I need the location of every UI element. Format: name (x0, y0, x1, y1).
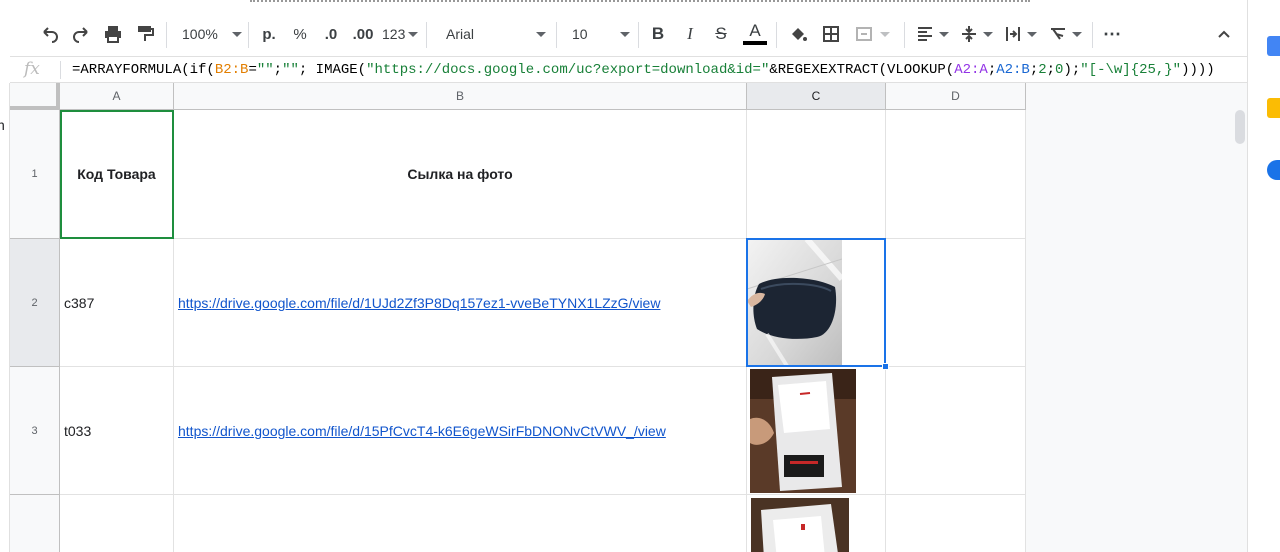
cell-a3[interactable]: t033 (60, 367, 174, 495)
side-panel (1247, 0, 1280, 552)
chevron-down-icon (1072, 31, 1082, 37)
cell-a1[interactable]: Код Товара (60, 110, 174, 239)
font-name: Arial (446, 26, 475, 42)
fill-color-icon[interactable] (786, 12, 810, 56)
cell-b4[interactable] (174, 495, 747, 552)
calendar-icon[interactable] (1267, 36, 1280, 56)
zoom-value: 100% (182, 26, 218, 42)
photo-link[interactable]: https://drive.google.com/file/d/1UJd2Zf3… (174, 295, 660, 311)
menu-bar-fragment (0, 0, 1247, 6)
chevron-down-icon (939, 31, 949, 37)
text-wrap-icon[interactable] (1000, 12, 1040, 56)
cell-c1[interactable] (747, 110, 886, 239)
toolbar: 100% р. % .0 .00 123 Arial 10 B I S A ⋯ (0, 12, 1247, 56)
vertical-align-icon[interactable] (956, 12, 996, 56)
paint-format-icon[interactable] (131, 12, 159, 56)
collapse-toolbar-icon[interactable] (1212, 12, 1236, 56)
product-code: c387 (64, 294, 95, 311)
cell-d2[interactable] (886, 239, 1026, 367)
decrease-decimals-label: .0 (324, 25, 338, 43)
font-select[interactable]: Arial (446, 12, 546, 56)
vertical-scrollbar[interactable] (1235, 110, 1245, 144)
tasks-icon[interactable] (1267, 160, 1280, 180)
more-formats-label: 123 (382, 26, 406, 42)
align-left-icon[interactable] (912, 12, 952, 56)
more-formats-select[interactable]: 123 (382, 12, 419, 56)
product-code: t033 (64, 422, 92, 439)
cell-b3[interactable]: https://drive.google.com/file/d/15PfCvcT… (174, 367, 747, 495)
chevron-down-icon (983, 31, 993, 37)
undo-icon[interactable] (36, 12, 64, 56)
chevron-down-icon (620, 31, 630, 37)
percent-button[interactable]: % (289, 12, 311, 56)
product-image-bag (747, 239, 842, 366)
chevron-down-icon (536, 31, 546, 37)
text-color-button[interactable]: A (742, 12, 768, 56)
keep-icon[interactable] (1267, 98, 1280, 118)
borders-icon[interactable] (819, 12, 843, 56)
product-image-3 (751, 498, 849, 552)
left-background-window: К h (0, 83, 10, 552)
font-size-value: 10 (572, 26, 588, 42)
cell-b2[interactable]: https://drive.google.com/file/d/1UJd2Zf3… (174, 239, 747, 367)
cell-c3[interactable] (747, 367, 886, 495)
cell-c4[interactable] (747, 495, 886, 552)
redo-icon[interactable] (67, 12, 95, 56)
chevron-down-icon (231, 31, 242, 37)
fill-handle[interactable] (882, 363, 889, 370)
cell-d4[interactable] (886, 495, 1026, 552)
zoom-select[interactable]: 100% (182, 12, 242, 56)
chevron-down-icon (408, 31, 419, 37)
decrease-decimals-button[interactable]: .0 (318, 12, 344, 56)
column-header-d[interactable]: D (886, 83, 1026, 110)
cell-a2[interactable]: c387 (60, 239, 174, 367)
cell-d1[interactable] (886, 110, 1026, 239)
row-header-3[interactable]: 3 (10, 367, 60, 495)
row-header-1[interactable]: 1 (10, 110, 60, 239)
photo-link[interactable]: https://drive.google.com/file/d/15PfCvcT… (174, 423, 666, 439)
chevron-down-icon (1027, 31, 1037, 37)
bold-button[interactable]: B (646, 12, 670, 56)
grid-empty-area (1026, 83, 1247, 552)
cell-b1[interactable]: Сылка на фото (174, 110, 747, 239)
strikethrough-button[interactable]: S (709, 12, 733, 56)
row-header-2[interactable]: 2 (10, 239, 60, 367)
text-color-label: A (749, 21, 761, 40)
column-header-c[interactable]: C (747, 83, 886, 110)
increase-decimals-button[interactable]: .00 (349, 12, 377, 56)
cell-c2[interactable] (747, 239, 886, 367)
product-image-socks (750, 369, 856, 493)
cell-d3[interactable] (886, 367, 1026, 495)
print-icon[interactable] (99, 12, 127, 56)
row-header-4[interactable] (10, 495, 60, 552)
merge-cells-icon[interactable] (852, 12, 892, 56)
formula-text[interactable]: =ARRAYFORMULA(if(B2:B="";""; IMAGE("http… (72, 62, 1215, 78)
text-color-swatch (743, 41, 767, 45)
formula-bar[interactable]: fx =ARRAYFORMULA(if(B2:B="";""; IMAGE("h… (10, 56, 1247, 83)
sheet-grid[interactable]: A B C D 1 2 3 Код Товара Сылка на фото c… (10, 83, 1026, 552)
more-options-button[interactable]: ⋯ (1100, 12, 1124, 56)
currency-button[interactable]: р. (258, 12, 280, 56)
chevron-down-icon (880, 31, 890, 37)
select-all-corner[interactable] (10, 83, 60, 110)
column-header-a[interactable]: A (60, 83, 174, 110)
font-size-select[interactable]: 10 (572, 12, 630, 56)
text-rotation-icon[interactable] (1044, 12, 1086, 56)
italic-button[interactable]: I (678, 12, 702, 56)
fx-icon: fx (24, 59, 40, 79)
increase-decimals-label: .00 (352, 25, 374, 43)
column-header-b[interactable]: B (174, 83, 747, 110)
cell-a4[interactable] (60, 495, 174, 552)
left-fragment-2: h (0, 117, 5, 133)
